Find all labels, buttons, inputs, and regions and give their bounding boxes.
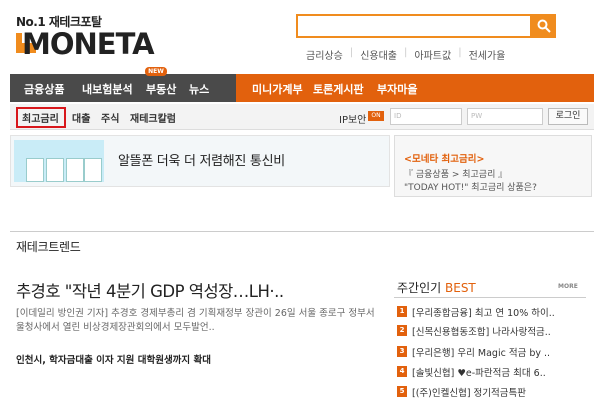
sidebox-title: <모네타 최고금리>	[404, 154, 485, 165]
password-field[interactable]: PW	[467, 108, 543, 125]
nav-item-mini-household-ledger[interactable]: 미니가계부	[252, 81, 303, 97]
best-list-item[interactable]: 2 [신목신용협동조합] 나라사랑적금..	[397, 324, 551, 338]
best-item-title: [우리종합금융] 최고 연 10% 하이..	[412, 307, 555, 319]
plan-card-image	[26, 158, 44, 182]
logo[interactable]: MONETA	[22, 29, 155, 59]
search-icon	[537, 19, 551, 33]
subnav-item-finance-column[interactable]: 재테크칼럼	[130, 110, 176, 125]
sidebox-description: "TODAY HOT!" 최고금리 상품은?	[404, 183, 537, 193]
rank-badge: 5	[397, 386, 407, 397]
new-badge: NEW	[145, 67, 167, 76]
best-list-item[interactable]: 3 [우리은행] 우리 Magic 적금 by ..	[397, 345, 551, 359]
best-list-item[interactable]: 4 [솔빛신협] ♥e-파란적금 최대 6..	[397, 365, 546, 379]
divider: |	[404, 47, 408, 58]
login-button[interactable]: 로그인	[548, 108, 588, 125]
subnav-item-top-rate[interactable]: 최고금리	[22, 110, 59, 125]
nav-item-financial-products[interactable]: 금융상품	[24, 81, 64, 97]
sub-headline-link[interactable]: 인천시, 학자금대출 이자 지원 대학원생까지 확대	[16, 352, 211, 366]
top-link-apartment-price[interactable]: 아파트값	[414, 47, 451, 62]
section-title-weekly-best: 주간인기 BEST	[397, 279, 476, 296]
headline-link[interactable]: 추경호 "작년 4분기 GDP 역성장…LH·..	[16, 278, 284, 302]
best-title-accent: BEST	[445, 281, 476, 295]
plan-card-image	[66, 158, 84, 182]
headline-summary[interactable]: [이데일리 방인권 기자] 추경호 경제부총리 겸 기획재정부 장관이 26일 …	[16, 307, 376, 335]
id-field[interactable]: ID	[390, 108, 462, 125]
top-link-jeonse-ratio[interactable]: 전세가율	[469, 47, 506, 62]
best-title-prefix: 주간인기	[397, 281, 442, 295]
subnav-item-loan[interactable]: 대출	[72, 110, 90, 125]
nav-item-discussion-board[interactable]: 토론게시판	[313, 81, 364, 97]
best-item-title: [(주)인켈신협] 정기적금특판	[412, 387, 526, 399]
section-title-trend: 재테크트렌드	[16, 240, 81, 254]
plan-card-image	[46, 158, 64, 182]
nav-item-real-estate[interactable]: 부동산	[146, 81, 176, 97]
top-link-credit-loan[interactable]: 신용대출	[360, 47, 397, 62]
divider: |	[349, 47, 354, 58]
divider	[394, 297, 586, 298]
rank-badge: 1	[397, 306, 407, 317]
search-input[interactable]	[296, 14, 532, 38]
ip-security-label: IP보안	[339, 115, 367, 126]
best-item-title: [신목신용협동조합] 나라사랑적금..	[412, 326, 551, 338]
sidebox-breadcrumb: 『 금융상품 > 최고금리 』	[404, 170, 508, 180]
top-link-rate-rise[interactable]: 금리상승	[306, 47, 343, 62]
top-links: 금리상승 | 신용대출 | 아파트값 | 전세가율	[306, 47, 505, 62]
search-button[interactable]	[532, 14, 556, 38]
rank-badge: 2	[397, 325, 407, 336]
best-item-title: [솔빛신협] ♥e-파란적금 최대 6..	[412, 367, 546, 379]
best-item-title: [우리은행] 우리 Magic 적금 by ..	[412, 347, 551, 359]
plan-card-image	[84, 158, 102, 182]
nav-item-rich-village[interactable]: 부자마을	[377, 81, 417, 97]
more-link[interactable]: MORE	[558, 283, 578, 290]
promo-banner-text[interactable]: 알뜰폰 더욱 더 저렴해진 통신비	[118, 150, 285, 169]
best-list-item[interactable]: 5 [(주)인켈신협] 정기적금특판	[397, 385, 526, 399]
divider: |	[458, 47, 462, 58]
ip-security-toggle[interactable]: ON	[368, 111, 384, 121]
rank-badge: 3	[397, 346, 407, 357]
subnav-item-stock[interactable]: 주식	[101, 110, 119, 125]
nav-item-insurance-analysis[interactable]: 내보험분석	[82, 81, 133, 97]
best-list-item[interactable]: 1 [우리종합금융] 최고 연 10% 하이..	[397, 305, 555, 319]
divider	[10, 231, 594, 232]
nav-item-news[interactable]: 뉴스	[189, 81, 209, 97]
rank-badge: 4	[397, 366, 407, 377]
